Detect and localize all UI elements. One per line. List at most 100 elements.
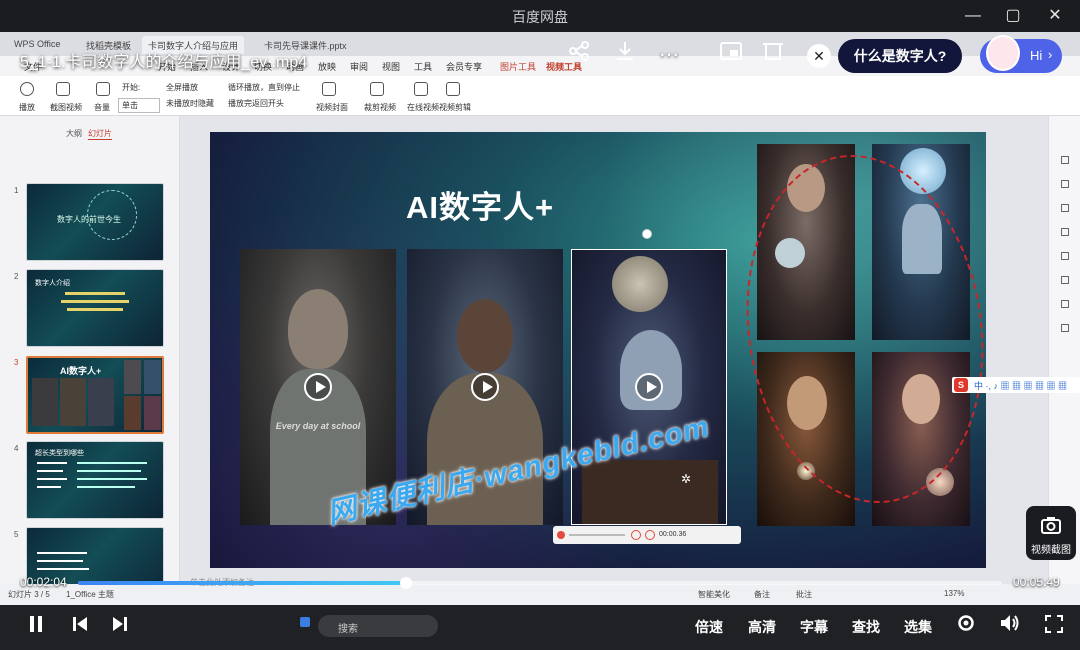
online-video-icon xyxy=(414,82,428,96)
chevron-right-icon: › xyxy=(1048,47,1053,62)
current-time: 00:02:04 xyxy=(20,575,67,589)
progress-fill xyxy=(78,581,407,585)
episodes-button[interactable]: 选集 xyxy=(904,617,932,637)
ppt-menu-item: 审阅 xyxy=(350,62,369,72)
slide-number: 1 xyxy=(14,186,19,195)
slide-count: 幻灯片 3 / 5 xyxy=(8,590,50,599)
ribbon-label: 播放 xyxy=(19,103,35,112)
thumb-title: 超长类型到哪些 xyxy=(35,450,84,457)
ribbon-checkbox: 播放完返回开头 xyxy=(228,99,284,108)
previous-icon[interactable] xyxy=(66,613,94,641)
assistant-greeting: Hi xyxy=(1030,48,1043,63)
thumb-title: 数字人的前世今生 xyxy=(57,215,121,224)
thumb-title: 数字人介绍 xyxy=(35,280,70,287)
minimize-icon[interactable]: — xyxy=(958,4,988,28)
status-item: 批注 xyxy=(796,590,812,599)
slide-title: AI数字人+ xyxy=(406,190,555,225)
picture-in-picture-icon[interactable] xyxy=(716,40,746,70)
slide-number: 4 xyxy=(14,444,19,453)
start-select: 单击 xyxy=(118,98,160,113)
ppt-status-bar: 幻灯片 3 / 5 1_Office 主题 单击此处添加备注 智能美化 备注 批… xyxy=(0,578,1080,605)
share-icon[interactable] xyxy=(564,40,594,70)
video-filename: 5_1-1.卡司数字人的介绍与应用_ev .mp4 xyxy=(20,54,308,71)
find-button[interactable]: 查找 xyxy=(852,617,880,637)
outline-tab: 大纲 xyxy=(66,129,82,138)
ribbon-label: 裁剪视频 xyxy=(364,103,396,112)
download-icon[interactable] xyxy=(610,40,640,70)
settings-icon[interactable] xyxy=(952,613,980,641)
window-title: 百度网盘 xyxy=(512,9,568,25)
close-icon[interactable]: ✕ xyxy=(1040,4,1070,28)
ribbon-label: 截图视频 xyxy=(50,103,82,112)
status-item: 智能美化 xyxy=(698,590,730,599)
mini-player-time: 00:00.36 xyxy=(659,531,687,538)
ppt-menu-item: 放映 xyxy=(318,62,337,72)
video-caption: Every day at school xyxy=(275,421,361,431)
thumb-title: AI数字人+ xyxy=(60,366,102,376)
ribbon-label: 音量 xyxy=(94,103,110,112)
screenshot-label: 视频截图 xyxy=(1031,545,1071,556)
slides-tab: 幻灯片 xyxy=(88,129,112,140)
ppt-ribbon: 播放 截图视频 音量 开始: 单击 全屏播放 未播放时隐藏 循环播放，直到停止 … xyxy=(0,76,1080,116)
fullscreen-icon[interactable] xyxy=(1040,613,1068,641)
video-thumbnail-fortune-teller[interactable] xyxy=(571,249,727,525)
more-icon[interactable]: ⋯ xyxy=(654,40,684,70)
video-frame[interactable]: WPS Office 找稻壳模板 卡司数字人介绍与应用 卡司先导课课件.pptx… xyxy=(0,32,1080,605)
slide-number: 2 xyxy=(14,272,19,281)
quality-button[interactable]: 高清 xyxy=(748,617,776,637)
taskbar-search-placeholder: 搜索 xyxy=(338,624,358,635)
play-icon xyxy=(20,82,34,96)
ppt-menu-item: 图片工具 xyxy=(500,62,537,72)
ribbon-label: 开始: xyxy=(122,83,141,92)
total-time: 00:05:49 xyxy=(1013,575,1060,589)
volume-icon[interactable] xyxy=(996,613,1024,641)
slide-thumbnail: 超长类型到哪些 xyxy=(26,441,164,519)
cover-icon xyxy=(322,82,336,96)
ribbon-label: 视频封面 xyxy=(316,103,348,112)
rotate-handle[interactable] xyxy=(642,229,652,239)
theme-name: 1_Office 主题 xyxy=(66,590,114,599)
camera-icon xyxy=(1041,517,1061,534)
slides-panel: 大纲 幻灯片 1 数字人的前世今生 2 数字人介绍 3 AI数字人+ 4 超长类… xyxy=(0,116,180,605)
slide-thumbnail: 数字人的前世今生 xyxy=(26,183,164,261)
subtitle-button[interactable]: 字幕 xyxy=(800,617,828,637)
ribbon-checkbox: 未播放时隐藏 xyxy=(166,99,214,108)
player-controls: 搜索 倍速 高清 字幕 查找 选集 xyxy=(0,605,1080,650)
maximize-icon[interactable]: ▢ xyxy=(998,4,1028,28)
mini-window-icon[interactable] xyxy=(758,40,788,70)
ppt-menu-item: 工具 xyxy=(414,62,433,72)
slide-number: 5 xyxy=(14,530,19,539)
ai-assistant-button[interactable]: Hi › xyxy=(980,35,1062,73)
progress-bar[interactable] xyxy=(78,577,1002,589)
play-icon[interactable] xyxy=(471,373,499,401)
status-item: 备注 xyxy=(754,590,770,599)
cursor-sparkle-icon: ✲ xyxy=(681,472,692,486)
speed-button[interactable]: 倍速 xyxy=(695,617,723,637)
ribbon-label: 在线视频 xyxy=(407,103,439,112)
ribbon-checkbox: 循环播放，直到停止 xyxy=(228,83,300,92)
ai-question-button[interactable]: 什么是数字人? xyxy=(838,39,962,73)
crop-icon xyxy=(370,82,384,96)
play-icon[interactable] xyxy=(635,373,663,401)
ppt-menu-item: 会员专享 xyxy=(446,62,483,72)
ribbon-label: 视频剪辑 xyxy=(439,103,471,112)
pause-icon[interactable] xyxy=(22,613,50,641)
play-icon[interactable] xyxy=(304,373,332,401)
progress-knob[interactable] xyxy=(400,577,413,589)
taskbar-search: 搜索 xyxy=(318,615,438,637)
slide-number: 3 xyxy=(14,358,19,367)
next-icon[interactable] xyxy=(106,613,134,641)
windows-start-icon xyxy=(300,617,310,627)
video-screenshot-button[interactable]: 视频截图 xyxy=(1026,506,1076,560)
mini-video-player: 00:00.36 xyxy=(553,526,741,544)
close-ai-prompt-icon[interactable]: ✕ xyxy=(807,44,831,68)
zoom-level: 137% xyxy=(944,589,965,598)
volume-icon xyxy=(96,82,110,96)
slide-thumbnail-active: AI数字人+ xyxy=(26,356,164,434)
ribbon-checkbox: 全屏播放 xyxy=(166,83,198,92)
assistant-avatar xyxy=(986,35,1020,71)
slide-thumbnail: 数字人介绍 xyxy=(26,269,164,347)
ime-toolbar: S 中 ·, ♪ ▦ ▦ ▦ ▦ ▦ ▦ xyxy=(952,377,1080,393)
edit-video-icon xyxy=(446,82,460,96)
screenshot-icon xyxy=(56,82,70,96)
